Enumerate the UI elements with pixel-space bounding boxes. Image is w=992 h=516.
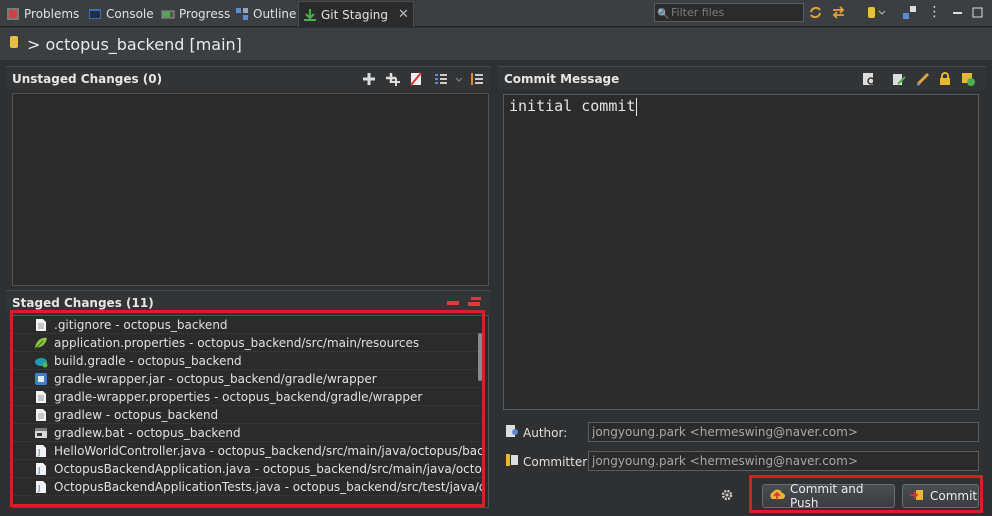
filter-files-input[interactable]: 🔍 Filter files [654, 3, 804, 22]
view-menu-icon[interactable]: ⋮ [927, 5, 942, 20]
commit-message-header: Commit Message [498, 66, 986, 90]
git-staging-icon [303, 8, 317, 22]
committer-label: Committer: [505, 453, 591, 470]
committer-label-text: Committer: [523, 454, 591, 469]
repository-header: > octopus_backend [main] [0, 28, 992, 60]
tab-label: Outline [253, 7, 297, 21]
remove-all-from-index-icon[interactable] [468, 296, 482, 310]
spell-check-icon[interactable] [862, 72, 876, 86]
refresh-icon[interactable] [808, 5, 823, 20]
committer-field[interactable]: jongyoung.park <hermeswing@naver.com> [588, 451, 979, 471]
author-value: jongyoung.park <hermeswing@naver.com> [592, 425, 858, 439]
close-icon[interactable]: ✕ [398, 7, 409, 22]
sync-icon[interactable] [831, 5, 846, 20]
committer-icon [505, 453, 519, 470]
author-label: Author: [505, 424, 567, 441]
ignore-file-icon[interactable] [409, 72, 423, 86]
view-tab-bar: Problems Console Progress Outline Git St… [0, 0, 992, 27]
highlight-box-staged [10, 310, 485, 507]
problems-icon [6, 7, 20, 21]
chevron-down-icon[interactable] [878, 5, 886, 20]
sort-icon[interactable] [470, 72, 484, 86]
layout-icon[interactable] [902, 5, 917, 20]
text-caret [636, 97, 638, 116]
presentation-icon[interactable] [434, 72, 448, 86]
committer-value: jongyoung.park <hermeswing@naver.com> [592, 454, 858, 468]
lock-icon[interactable] [938, 72, 952, 86]
minimize-icon[interactable] [950, 5, 965, 20]
tab-git-staging[interactable]: Git Staging ✕ [298, 1, 414, 27]
repository-icon[interactable] [864, 5, 879, 20]
add-to-index-icon[interactable] [362, 72, 376, 86]
author-icon [505, 424, 519, 441]
outline-icon [235, 7, 249, 21]
console-icon [88, 7, 102, 21]
tab-label: Console [106, 7, 154, 21]
amend-icon[interactable] [892, 72, 906, 86]
commit-message-text: initial commit [509, 97, 636, 115]
staged-changes-title: Staged Changes (11) [12, 295, 154, 310]
repository-icon [9, 34, 19, 54]
commit-message-input[interactable]: initial commit [503, 94, 979, 410]
tab-progress[interactable]: Progress [157, 2, 234, 26]
settings-gear-icon[interactable] [720, 488, 734, 502]
unstaged-changes-title: Unstaged Changes (0) [12, 71, 163, 86]
tab-label: Git Staging [321, 7, 389, 22]
progress-icon [161, 7, 175, 21]
commit-message-title: Commit Message [504, 71, 620, 86]
signoff-icon[interactable] [916, 72, 930, 86]
search-icon: 🔍 [657, 9, 670, 20]
unstaged-changes-list[interactable] [12, 93, 489, 286]
maximize-icon[interactable] [970, 5, 985, 20]
tab-console[interactable]: Console [84, 2, 158, 26]
tab-problems[interactable]: Problems [2, 2, 83, 26]
remove-from-index-icon[interactable] [446, 296, 460, 310]
author-label-text: Author: [523, 425, 568, 440]
author-field[interactable]: jongyoung.park <hermeswing@naver.com> [588, 422, 979, 442]
add-all-to-index-icon[interactable] [386, 72, 400, 86]
tab-label: Progress [179, 7, 231, 21]
tab-label: Problems [24, 7, 80, 21]
repository-title: > octopus_backend [main] [27, 34, 242, 54]
chevron-down-icon[interactable] [455, 72, 463, 86]
add-change-id-icon[interactable] [961, 72, 975, 86]
filter-placeholder: Filter files [671, 6, 725, 19]
tab-outline[interactable]: Outline [231, 2, 300, 26]
highlight-box-commit-buttons [749, 475, 983, 513]
